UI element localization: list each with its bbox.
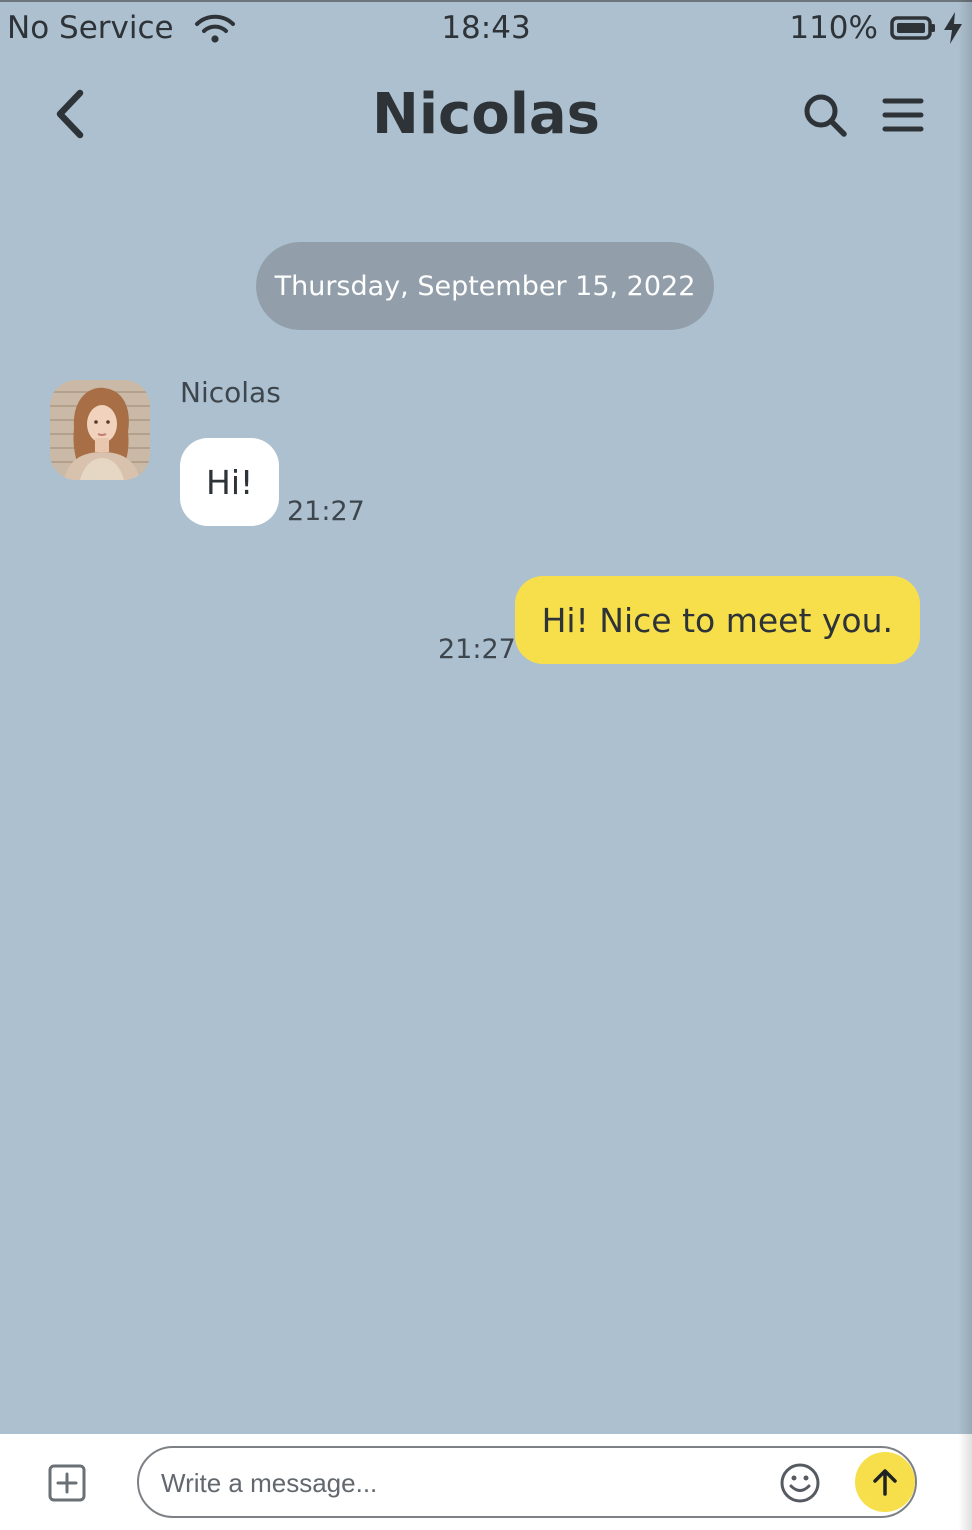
- incoming-message-bubble[interactable]: Hi!: [180, 438, 280, 526]
- outgoing-message-time: 21:27: [438, 634, 516, 665]
- search-icon[interactable]: [800, 90, 850, 140]
- battery-icon: [890, 16, 935, 40]
- message-input-wrapper: [137, 1446, 917, 1518]
- arrow-up-icon: [873, 1469, 897, 1496]
- sender-name: Nicolas: [180, 376, 281, 409]
- plus-square-icon[interactable]: [48, 1464, 86, 1502]
- status-right: 110%: [789, 10, 964, 46]
- message-composer: [0, 1434, 972, 1530]
- status-bar: No Service 18:43 110%: [0, 2, 972, 58]
- incoming-message-time: 21:27: [287, 496, 365, 527]
- chat-screen: No Service 18:43 110% Nicolas Thursday, …: [0, 0, 972, 1530]
- outgoing-message-bubble[interactable]: Hi! Nice to meet you.: [514, 576, 920, 664]
- battery-percent: 110%: [789, 10, 878, 46]
- avatar-image: [50, 380, 150, 480]
- avatar[interactable]: [50, 380, 150, 480]
- hamburger-menu-icon[interactable]: [880, 94, 926, 136]
- send-button[interactable]: [855, 1452, 915, 1512]
- smiley-icon[interactable]: [779, 1462, 821, 1504]
- chat-header: Nicolas: [0, 58, 972, 178]
- date-divider: Thursday, September 15, 2022: [256, 242, 714, 330]
- message-input[interactable]: [159, 1458, 763, 1508]
- charging-bolt-icon: [944, 12, 962, 44]
